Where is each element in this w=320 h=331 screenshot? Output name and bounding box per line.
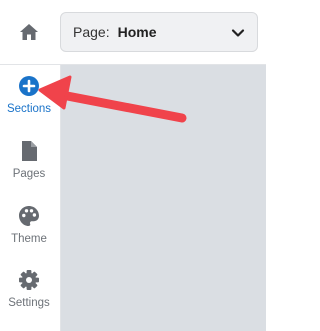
red-arrow-icon [38,75,187,123]
